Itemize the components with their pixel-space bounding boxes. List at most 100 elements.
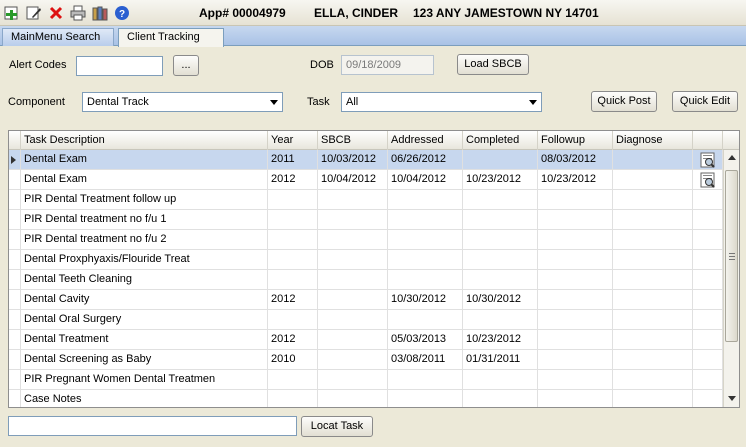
cell-year[interactable]: 2012 <box>268 290 318 310</box>
cell-followup[interactable] <box>538 310 613 330</box>
cell-followup[interactable] <box>538 190 613 210</box>
cell-diagnose[interactable] <box>613 330 693 350</box>
cell-year[interactable] <box>268 230 318 250</box>
cell-task-description[interactable]: Dental Proxphyaxis/Flouride Treat <box>21 250 268 270</box>
column-header-year[interactable]: Year <box>268 131 318 150</box>
tab-client-tracking[interactable]: Client Tracking <box>118 28 224 47</box>
view-details-icon[interactable] <box>700 172 716 188</box>
help-icon[interactable]: ? <box>113 4 130 21</box>
cell-sbcb[interactable]: 10/03/2012 <box>318 150 388 170</box>
column-header-addressed[interactable]: Addressed <box>388 131 463 150</box>
scroll-down-icon[interactable] <box>728 396 736 401</box>
cell-task-description[interactable]: Dental Screening as Baby <box>21 350 268 370</box>
cell-completed[interactable] <box>463 210 538 230</box>
cell-task-description[interactable]: PIR Dental treatment no f/u 2 <box>21 230 268 250</box>
locate-task-input[interactable] <box>8 416 297 436</box>
cell-completed[interactable] <box>463 270 538 290</box>
cell-followup[interactable] <box>538 350 613 370</box>
cell-task-description[interactable]: PIR Dental treatment no f/u 1 <box>21 210 268 230</box>
table-row[interactable]: Dental Exam 2011 10/03/2012 06/26/2012 08/03… <box>9 150 723 170</box>
table-row[interactable]: PIR Pregnant Women Dental Treatmen <box>9 370 723 390</box>
cell-diagnose[interactable] <box>613 270 693 290</box>
table-row[interactable]: Dental Exam 2012 10/04/2012 10/04/2012 10/23… <box>9 170 723 190</box>
cell-task-description[interactable]: Dental Cavity <box>21 290 268 310</box>
cell-diagnose[interactable] <box>613 210 693 230</box>
cell-sbcb[interactable] <box>318 190 388 210</box>
cell-diagnose[interactable] <box>613 290 693 310</box>
table-row[interactable]: Dental Proxphyaxis/Flouride Treat <box>9 250 723 270</box>
cell-task-description[interactable]: Dental Oral Surgery <box>21 310 268 330</box>
edit-icon[interactable] <box>25 4 42 21</box>
row-selector[interactable] <box>9 310 21 330</box>
cell-sbcb[interactable]: 10/04/2012 <box>318 170 388 190</box>
cell-completed[interactable] <box>463 370 538 390</box>
cell-sbcb[interactable] <box>318 310 388 330</box>
table-row[interactable]: PIR Dental Treatment follow up <box>9 190 723 210</box>
cell-followup[interactable] <box>538 370 613 390</box>
cell-sbcb[interactable] <box>318 330 388 350</box>
row-selector[interactable] <box>9 270 21 290</box>
cell-diagnose[interactable] <box>613 170 693 190</box>
cell-year[interactable]: 2010 <box>268 350 318 370</box>
cell-diagnose[interactable] <box>613 350 693 370</box>
cell-completed[interactable] <box>463 250 538 270</box>
cell-diagnose[interactable] <box>613 390 693 407</box>
cell-addressed[interactable] <box>388 370 463 390</box>
cell-year[interactable] <box>268 190 318 210</box>
table-row[interactable]: Dental Screening as Baby 2010 03/08/2011 01… <box>9 350 723 370</box>
cell-year[interactable] <box>268 270 318 290</box>
table-row[interactable]: PIR Dental treatment no f/u 1 <box>9 210 723 230</box>
cell-diagnose[interactable] <box>613 310 693 330</box>
cell-sbcb[interactable] <box>318 230 388 250</box>
cell-addressed[interactable]: 05/03/2013 <box>388 330 463 350</box>
cell-sbcb[interactable] <box>318 210 388 230</box>
task-select[interactable]: All <box>341 92 542 112</box>
cell-completed[interactable] <box>463 310 538 330</box>
cell-addressed[interactable] <box>388 270 463 290</box>
cell-addressed[interactable] <box>388 210 463 230</box>
view-details-icon[interactable] <box>700 152 716 168</box>
cell-task-description[interactable]: Case Notes <box>21 390 268 407</box>
cell-year[interactable] <box>268 310 318 330</box>
row-selector[interactable] <box>9 150 21 170</box>
cell-diagnose[interactable] <box>613 370 693 390</box>
cell-diagnose[interactable] <box>613 150 693 170</box>
cell-year[interactable] <box>268 250 318 270</box>
cell-completed[interactable]: 01/31/2011 <box>463 350 538 370</box>
alert-codes-browse-button[interactable]: ... <box>173 55 199 76</box>
table-row[interactable]: PIR Dental treatment no f/u 2 <box>9 230 723 250</box>
column-header-task-description[interactable]: Task Description <box>21 131 268 150</box>
column-header-followup[interactable]: Followup <box>538 131 613 150</box>
add-icon[interactable] <box>3 4 20 21</box>
cell-completed[interactable]: 10/23/2012 <box>463 170 538 190</box>
cell-followup[interactable] <box>538 330 613 350</box>
table-row[interactable]: Dental Cavity 2012 10/30/2012 10/30/2012 <box>9 290 723 310</box>
cell-addressed[interactable]: 10/04/2012 <box>388 170 463 190</box>
cell-year[interactable] <box>268 390 318 407</box>
cell-followup[interactable] <box>538 250 613 270</box>
cell-sbcb[interactable] <box>318 250 388 270</box>
scrollbar-thumb[interactable] <box>725 170 738 342</box>
cell-addressed[interactable]: 10/30/2012 <box>388 290 463 310</box>
row-selector[interactable] <box>9 210 21 230</box>
row-selector[interactable] <box>9 190 21 210</box>
cell-task-description[interactable]: PIR Dental Treatment follow up <box>21 190 268 210</box>
cell-year[interactable]: 2012 <box>268 330 318 350</box>
cell-addressed[interactable] <box>388 190 463 210</box>
grid-vertical-scrollbar[interactable] <box>723 150 739 407</box>
row-selector[interactable] <box>9 370 21 390</box>
alert-codes-input[interactable] <box>76 56 163 76</box>
table-row[interactable]: Dental Oral Surgery <box>9 310 723 330</box>
cell-sbcb[interactable] <box>318 270 388 290</box>
cell-completed[interactable] <box>463 150 538 170</box>
cell-followup[interactable]: 08/03/2012 <box>538 150 613 170</box>
cell-diagnose[interactable] <box>613 190 693 210</box>
scroll-up-icon[interactable] <box>728 155 736 160</box>
cell-sbcb[interactable] <box>318 370 388 390</box>
cell-task-description[interactable]: Dental Exam <box>21 170 268 190</box>
cell-addressed[interactable]: 06/26/2012 <box>388 150 463 170</box>
cell-task-description[interactable]: Dental Teeth Cleaning <box>21 270 268 290</box>
table-row[interactable]: Case Notes <box>9 390 723 407</box>
row-selector[interactable] <box>9 350 21 370</box>
cell-addressed[interactable] <box>388 390 463 407</box>
